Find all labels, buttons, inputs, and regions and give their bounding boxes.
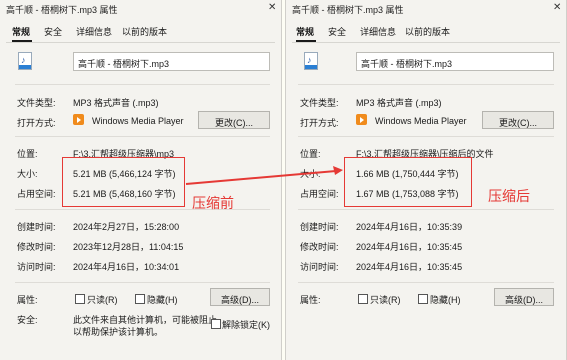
left-hidden-checkbox[interactable] xyxy=(135,294,145,304)
left-readonly-checkbox[interactable] xyxy=(75,294,85,304)
right-tab-divider xyxy=(292,42,560,43)
right-tab-general[interactable]: 常规 xyxy=(296,25,314,38)
left-tab-details[interactable]: 详细信息 xyxy=(76,25,112,38)
right-tab-details[interactable]: 详细信息 xyxy=(360,25,396,38)
right-size-highlight-box xyxy=(344,157,472,207)
left-tab-general[interactable]: 常规 xyxy=(12,25,30,38)
after-compression-annotation: 压缩后 xyxy=(488,188,530,204)
left-readonly-label: 只读(R) xyxy=(87,295,118,305)
unblock-label: 解除锁定(K) xyxy=(222,320,270,330)
left-modified-label: 修改时间: xyxy=(17,242,56,252)
left-hidden-label: 隐藏(H) xyxy=(147,295,178,305)
left-window-title: 高千顺 - 梧桐树下.mp3 属性 xyxy=(6,5,118,15)
right-openwith-value: Windows Media Player xyxy=(375,116,467,126)
audio-file-icon: ♪ xyxy=(18,52,32,70)
left-disk-size-label: 占用空间: xyxy=(17,189,56,199)
left-security-text-2: 以帮助保护该计算机。 xyxy=(73,327,164,337)
right-accessed-label: 访问时间: xyxy=(300,262,339,272)
left-attributes-label: 属性: xyxy=(17,295,38,305)
right-created-label: 创建时间: xyxy=(300,222,339,232)
left-size-highlight-box xyxy=(62,157,185,207)
right-modified-value: 2024年4月16日，10:35:45 xyxy=(356,242,463,252)
left-separator-2 xyxy=(15,136,270,137)
right-separator-1 xyxy=(298,84,554,85)
right-filetype-label: 文件类型: xyxy=(300,98,339,108)
left-location-label: 位置: xyxy=(17,149,38,159)
right-filename-field[interactable]: 高千顺 - 梧桐树下.mp3 xyxy=(356,52,554,71)
left-openwith-label: 打开方式: xyxy=(17,118,56,128)
close-icon[interactable]: ✕ xyxy=(268,2,276,13)
before-compression-annotation: 压缩前 xyxy=(192,195,234,211)
close-icon[interactable]: ✕ xyxy=(553,2,561,13)
left-filename-field[interactable]: 高千顺 - 梧桐树下.mp3 xyxy=(73,52,270,71)
left-accessed-label: 访问时间: xyxy=(17,262,56,272)
left-filetype-value: MP3 格式声音 (.mp3) xyxy=(73,98,159,108)
media-player-icon xyxy=(73,114,84,125)
right-window-title: 高千顺 - 梧桐树下.mp3 属性 xyxy=(292,5,404,15)
left-separator-4 xyxy=(15,282,270,283)
right-size-label: 大小: xyxy=(300,169,321,179)
left-created-value: 2024年2月27日，15:28:00 xyxy=(73,222,180,232)
right-separator-4 xyxy=(298,282,554,283)
audio-file-icon: ♪ xyxy=(304,52,318,70)
left-modified-value: 2023年12月28日，11:04:15 xyxy=(73,242,184,252)
right-advanced-button[interactable]: 高级(D)... xyxy=(494,288,554,306)
left-tab-divider xyxy=(6,42,275,43)
right-title-bar: 高千顺 - 梧桐树下.mp3 属性 ✕ xyxy=(286,0,566,16)
left-separator-1 xyxy=(15,84,270,85)
right-hidden-checkbox[interactable] xyxy=(418,294,428,304)
left-filetype-label: 文件类型: xyxy=(17,98,56,108)
left-openwith-value: Windows Media Player xyxy=(92,116,184,126)
right-separator-3 xyxy=(298,209,554,210)
left-tab-previous-versions[interactable]: 以前的版本 xyxy=(122,25,167,38)
left-properties-dialog: 高千顺 - 梧桐树下.mp3 属性 ✕ 常规 安全 详细信息 以前的版本 ♪ 高… xyxy=(0,0,282,360)
right-readonly-checkbox[interactable] xyxy=(358,294,368,304)
right-properties-dialog: 高千顺 - 梧桐树下.mp3 属性 ✕ 常规 安全 详细信息 以前的版本 ♪ 高… xyxy=(285,0,567,360)
unblock-checkbox[interactable] xyxy=(211,319,221,329)
right-disk-size-label: 占用空间: xyxy=(300,189,339,199)
right-change-button[interactable]: 更改(C)... xyxy=(482,111,554,129)
left-change-button[interactable]: 更改(C)... xyxy=(198,111,270,129)
right-hidden-label: 隐藏(H) xyxy=(430,295,461,305)
right-openwith-label: 打开方式: xyxy=(300,118,339,128)
left-security-label: 安全: xyxy=(17,315,38,325)
right-created-value: 2024年4月16日，10:35:39 xyxy=(356,222,463,232)
left-accessed-value: 2024年4月16日，10:34:01 xyxy=(73,262,180,272)
right-location-label: 位置: xyxy=(300,149,321,159)
left-tab-security[interactable]: 安全 xyxy=(44,25,62,38)
left-advanced-button[interactable]: 高级(D)... xyxy=(210,288,270,306)
right-tab-security[interactable]: 安全 xyxy=(328,25,346,38)
left-created-label: 创建时间: xyxy=(17,222,56,232)
right-separator-2 xyxy=(298,136,554,137)
right-tab-previous-versions[interactable]: 以前的版本 xyxy=(405,25,450,38)
right-accessed-value: 2024年4月16日，10:35:45 xyxy=(356,262,463,272)
left-size-label: 大小: xyxy=(17,169,38,179)
media-player-icon xyxy=(356,114,367,125)
right-modified-label: 修改时间: xyxy=(300,242,339,252)
right-attributes-label: 属性: xyxy=(300,295,321,305)
left-title-bar: 高千顺 - 梧桐树下.mp3 属性 ✕ xyxy=(0,0,281,16)
right-filetype-value: MP3 格式声音 (.mp3) xyxy=(356,98,442,108)
right-readonly-label: 只读(R) xyxy=(370,295,401,305)
